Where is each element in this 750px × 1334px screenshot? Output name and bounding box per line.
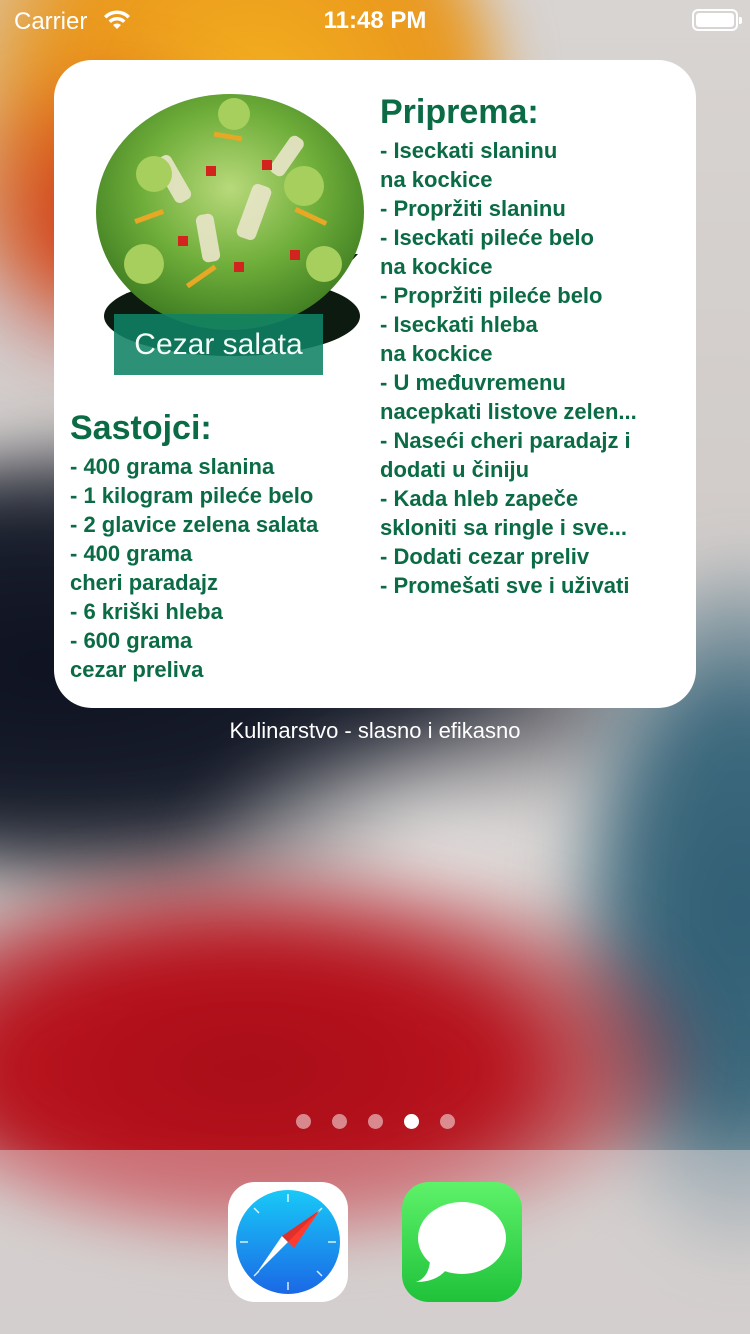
safari-icon[interactable]: [228, 1182, 348, 1302]
ingredient-line: - 1 kilogram pileće belo: [70, 483, 314, 508]
messages-icon[interactable]: [402, 1182, 522, 1302]
ingredients-section: Sastojci: - 400 grama slanina - 1 kilogr…: [70, 408, 370, 684]
recipe-widget[interactable]: Cezar salata Sastojci: - 400 grama slani…: [54, 60, 696, 708]
step-line: - Propržiti pileće belo: [380, 283, 603, 308]
ingredient-line: - 400 grama: [70, 541, 193, 566]
step-line: na kockice: [380, 254, 493, 279]
step-line: - Iseckati hleba: [380, 312, 538, 337]
ingredient-line: cheri paradajz: [70, 570, 218, 595]
status-bar: Carrier 11:48 PM: [0, 0, 750, 40]
step-line: - Iseckati slaninu: [380, 138, 558, 163]
ingredients-title: Sastojci:: [70, 409, 212, 447]
step-line: - U međuvremenu: [380, 370, 566, 395]
page-dot-active[interactable]: [403, 1114, 419, 1129]
preparation-section: Priprema: - Iseckati slaninu na kockice …: [380, 92, 680, 600]
widget-caption: Kulinarstvo - slasno i efikasno: [229, 718, 521, 743]
step-line: - Iseckati pileće belo: [380, 225, 594, 250]
step-line: dodati u činiju: [380, 457, 530, 482]
page-dot[interactable]: [331, 1114, 347, 1129]
step-line: skloniti sa ringle i sve...: [380, 515, 627, 540]
ingredient-line: - 400 grama slanina: [70, 454, 275, 479]
step-line: - Propržiti slaninu: [380, 196, 566, 221]
ingredient-line: - 600 grama: [70, 628, 193, 653]
battery-icon: [692, 9, 742, 31]
step-line: - Promešati sve i uživati: [380, 573, 630, 598]
page-dot[interactable]: [295, 1114, 311, 1129]
page-dot[interactable]: [439, 1114, 455, 1129]
preparation-title: Priprema:: [380, 93, 539, 131]
dish-name-label: Cezar salata: [114, 314, 323, 375]
dock: [0, 1150, 750, 1334]
step-line: - Naseći cheri paradajz i: [380, 428, 631, 453]
clock: 11:48 PM: [323, 7, 427, 34]
ingredient-line: - 6 kriški hleba: [70, 599, 223, 624]
ingredient-line: cezar preliva: [70, 657, 204, 682]
page-dot[interactable]: [367, 1114, 383, 1129]
step-line: - Kada hleb zapeče: [380, 486, 579, 511]
ingredient-line: - 2 glavice zelena salata: [70, 512, 319, 537]
page-indicator[interactable]: [0, 1114, 750, 1129]
step-line: na kockice: [380, 167, 493, 192]
step-line: - Dodati cezar preliv: [380, 544, 590, 569]
step-line: na kockice: [380, 341, 493, 366]
step-line: nacepkati listove zelen...: [380, 399, 637, 424]
